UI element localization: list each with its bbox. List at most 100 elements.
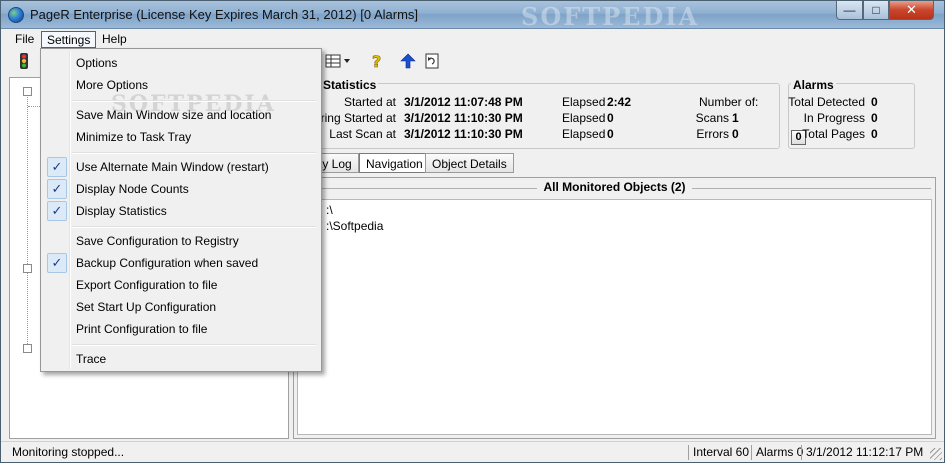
title-bar[interactable]: PageR Enterprise (License Key Expires Ma… bbox=[1, 1, 944, 31]
elapsed-value: 0 bbox=[607, 127, 614, 141]
tree-expand-toggle[interactable] bbox=[23, 87, 32, 96]
monitored-objects-pane: All Monitored Objects (2) :\ :\Softpedia bbox=[293, 177, 936, 439]
menu-item-trace[interactable]: Trace bbox=[43, 348, 319, 370]
menu-item-label: Display Statistics bbox=[76, 204, 167, 218]
refresh-page-icon[interactable] bbox=[423, 52, 441, 70]
menu-item-label: Set Start Up Configuration bbox=[76, 300, 217, 314]
total-pages-label: Total Pages bbox=[802, 127, 865, 141]
checkmark-icon: ✓ bbox=[47, 253, 67, 273]
menu-item-export-config[interactable]: Export Configuration to file bbox=[43, 274, 319, 296]
checkmark-icon: ✓ bbox=[47, 201, 67, 221]
objects-header: All Monitored Objects (2) bbox=[294, 178, 935, 199]
view-grid-icon[interactable] bbox=[323, 52, 353, 70]
menu-item-save-window[interactable]: Save Main Window size and location bbox=[43, 104, 319, 126]
status-alarms: Alarms 0 bbox=[756, 445, 804, 459]
watermark: SOFTPEDIA bbox=[521, 2, 700, 31]
status-bar: Monitoring stopped... Interval 60 Alarms… bbox=[1, 441, 944, 462]
elapsed-value: 0 bbox=[607, 111, 614, 125]
menu-settings[interactable]: Settings bbox=[41, 31, 97, 48]
statistics-legend: Statistics bbox=[321, 78, 379, 92]
menu-item-display-statistics[interactable]: ✓ Display Statistics bbox=[43, 200, 319, 222]
menu-item-minimize-tray[interactable]: Minimize to Task Tray bbox=[43, 126, 319, 148]
app-globe-icon[interactable] bbox=[8, 7, 24, 23]
elapsed-value: 2:42 bbox=[607, 95, 632, 109]
objects-list[interactable]: :\ :\Softpedia bbox=[297, 199, 932, 435]
menu-item-label: Options bbox=[76, 56, 118, 70]
tab-object-details[interactable]: Object Details bbox=[425, 153, 514, 173]
number-of-label: Number of: bbox=[699, 95, 759, 109]
menu-separator bbox=[72, 226, 316, 228]
tree-connector bbox=[28, 106, 40, 107]
in-progress-value: 0 bbox=[871, 111, 878, 125]
checkmark-icon: ✓ bbox=[47, 157, 67, 177]
menu-item-options[interactable]: Options bbox=[43, 52, 319, 74]
errors-value: 0 bbox=[732, 127, 739, 141]
monitoring-started-value: 3/1/2012 11:10:30 PM bbox=[404, 111, 523, 125]
checkmark-icon: ✓ bbox=[47, 179, 67, 199]
main-window: PageR Enterprise (License Key Expires Ma… bbox=[0, 0, 945, 463]
menu-item-label: Save Main Window size and location bbox=[76, 108, 272, 122]
menu-bar: File Settings Help bbox=[1, 29, 944, 49]
scans-value: 1 bbox=[732, 111, 739, 125]
traffic-light-icon[interactable] bbox=[15, 52, 33, 70]
menu-item-label: Export Configuration to file bbox=[76, 278, 218, 292]
menu-item-more-options[interactable]: More Options bbox=[43, 74, 319, 96]
tree-connector bbox=[27, 92, 28, 350]
up-arrow-icon[interactable] bbox=[399, 52, 417, 70]
scans-label: Scans bbox=[695, 111, 729, 125]
menu-item-label: Display Node Counts bbox=[76, 182, 189, 196]
list-item[interactable]: :\Softpedia bbox=[326, 219, 383, 233]
menu-item-save-registry[interactable]: Save Configuration to Registry bbox=[43, 230, 319, 252]
minimize-icon: — bbox=[843, 3, 856, 17]
menu-item-label: Minimize to Task Tray bbox=[76, 130, 192, 144]
started-at-value: 3/1/2012 11:07:48 PM bbox=[404, 95, 523, 109]
status-interval: Interval 60 bbox=[693, 445, 750, 459]
menu-item-label: More Options bbox=[76, 78, 149, 92]
menu-separator bbox=[72, 100, 316, 102]
status-text: Monitoring stopped... bbox=[12, 445, 125, 459]
total-pages-value: 0 bbox=[871, 127, 878, 141]
svg-text:?: ? bbox=[372, 52, 381, 70]
maximize-icon: □ bbox=[872, 3, 880, 17]
alarms-legend: Alarms bbox=[791, 78, 836, 92]
menu-separator bbox=[72, 344, 316, 346]
menu-separator bbox=[72, 152, 316, 154]
total-detected-value: 0 bbox=[871, 95, 878, 109]
menu-item-node-counts[interactable]: ✓ Display Node Counts bbox=[43, 178, 319, 200]
menu-item-label: Save Configuration to Registry bbox=[76, 234, 239, 248]
started-at-label: Started at bbox=[343, 95, 396, 109]
elapsed-label: Elapsed bbox=[562, 111, 606, 125]
errors-label: Errors bbox=[696, 127, 729, 141]
tree-expand-toggle[interactable] bbox=[23, 264, 32, 273]
total-detected-label: Total Detected bbox=[788, 95, 865, 109]
menu-item-label: Backup Configuration when saved bbox=[76, 256, 259, 270]
elapsed-label: Elapsed bbox=[562, 127, 606, 141]
monitoring-started-label: toring Started at bbox=[310, 111, 396, 125]
last-scan-value: 3/1/2012 11:10:30 PM bbox=[404, 127, 523, 141]
menu-item-label: Use Alternate Main Window (restart) bbox=[76, 160, 269, 174]
menu-item-print-config[interactable]: Print Configuration to file bbox=[43, 318, 319, 340]
minimize-button[interactable]: — bbox=[836, 1, 863, 20]
menu-item-label: Print Configuration to file bbox=[76, 322, 208, 336]
menu-item-backup-config[interactable]: ✓ Backup Configuration when saved bbox=[43, 252, 319, 274]
resize-grip[interactable] bbox=[930, 448, 942, 460]
objects-header-text: All Monitored Objects (2) bbox=[537, 180, 692, 194]
close-icon: ✕ bbox=[906, 2, 917, 17]
window-title: PageR Enterprise (License Key Expires Ma… bbox=[30, 7, 419, 22]
statistics-group: Statistics Started at 3/1/2012 11:07:48 … bbox=[293, 78, 780, 149]
close-button[interactable]: ✕ bbox=[889, 1, 934, 20]
alarms-group: Alarms Total Detected 0 In Progress 0 0 … bbox=[788, 78, 915, 149]
menu-item-label: Trace bbox=[76, 352, 107, 366]
status-timestamp: 3/1/2012 11:12:17 PM bbox=[806, 445, 924, 459]
tab-navigation[interactable]: Navigation bbox=[359, 153, 430, 173]
last-scan-label: Last Scan at bbox=[329, 127, 396, 141]
menu-item-startup-config[interactable]: Set Start Up Configuration bbox=[43, 296, 319, 318]
settings-dropdown-menu: SOFTPEDIA Options More Options Save Main… bbox=[40, 48, 322, 372]
tree-expand-toggle[interactable] bbox=[23, 344, 32, 353]
list-item[interactable]: :\ bbox=[326, 203, 333, 217]
menu-file[interactable]: File bbox=[10, 31, 39, 48]
maximize-button[interactable]: □ bbox=[863, 1, 889, 20]
menu-help[interactable]: Help bbox=[97, 31, 132, 48]
help-question-icon[interactable]: ? bbox=[368, 52, 386, 70]
menu-item-alternate-window[interactable]: ✓ Use Alternate Main Window (restart) bbox=[43, 156, 319, 178]
